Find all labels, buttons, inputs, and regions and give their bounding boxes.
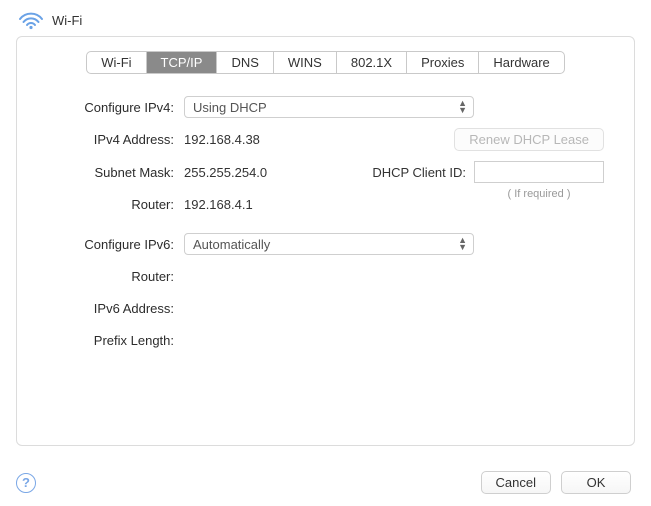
input-dhcp-client-id[interactable] [474, 161, 604, 183]
renew-dhcp-button[interactable]: Renew DHCP Lease [454, 128, 604, 151]
updown-icon: ▲▼ [458, 237, 467, 251]
window-header: Wi-Fi [0, 0, 651, 36]
value-router-ipv4: 192.168.4.1 [184, 197, 253, 212]
label-router-ipv4: Router: [29, 197, 184, 212]
window-title: Wi-Fi [52, 13, 82, 28]
row-configure-ipv4: Configure IPv4: Using DHCP ▲▼ [29, 96, 604, 118]
row-subnet: Subnet Mask: 255.255.254.0 DHCP Client I… [29, 161, 604, 183]
row-ipv6-address: IPv6 Address: [29, 297, 604, 319]
settings-panel: Wi-FiTCP/IPDNSWINS802.1XProxiesHardware … [16, 36, 635, 446]
help-button[interactable]: ? [16, 473, 36, 493]
label-router-ipv6: Router: [29, 269, 184, 284]
wifi-icon [18, 10, 44, 30]
row-router-ipv4: Router: 192.168.4.1 ( If required ) [29, 193, 604, 215]
row-router-ipv6: Router: [29, 265, 604, 287]
select-configure-ipv6[interactable]: Automatically ▲▼ [184, 233, 474, 255]
tab-hardware[interactable]: Hardware [479, 52, 563, 73]
label-dhcp-client-id: DHCP Client ID: [372, 165, 466, 180]
select-configure-ipv4-value: Using DHCP [193, 100, 267, 115]
tab-802-1x[interactable]: 802.1X [337, 52, 407, 73]
row-prefix-length: Prefix Length: [29, 329, 604, 351]
tabbar: Wi-FiTCP/IPDNSWINS802.1XProxiesHardware [86, 51, 565, 74]
label-configure-ipv6: Configure IPv6: [29, 237, 184, 252]
label-prefix-length: Prefix Length: [29, 333, 184, 348]
tabbar-container: Wi-FiTCP/IPDNSWINS802.1XProxiesHardware [17, 51, 634, 74]
cancel-button[interactable]: Cancel [481, 471, 551, 494]
text-if-required: ( If required ) [474, 188, 604, 200]
row-ipv4-address: IPv4 Address: 192.168.4.38 Renew DHCP Le… [29, 128, 604, 151]
tab-dns[interactable]: DNS [217, 52, 273, 73]
value-ipv4-address: 192.168.4.38 [184, 132, 260, 147]
ok-button[interactable]: OK [561, 471, 631, 494]
footer: ? Cancel OK [16, 471, 631, 494]
tab-proxies[interactable]: Proxies [407, 52, 479, 73]
select-configure-ipv4[interactable]: Using DHCP ▲▼ [184, 96, 474, 118]
label-ipv6-address: IPv6 Address: [29, 301, 184, 316]
label-configure-ipv4: Configure IPv4: [29, 100, 184, 115]
tab-wins[interactable]: WINS [274, 52, 337, 73]
row-configure-ipv6: Configure IPv6: Automatically ▲▼ [29, 233, 604, 255]
form-area: Configure IPv4: Using DHCP ▲▼ IPv4 Addre… [17, 96, 634, 351]
tab-tcp-ip[interactable]: TCP/IP [147, 52, 218, 73]
tab-wi-fi[interactable]: Wi-Fi [87, 52, 146, 73]
value-subnet: 255.255.254.0 [184, 165, 267, 180]
updown-icon: ▲▼ [458, 100, 467, 114]
select-configure-ipv6-value: Automatically [193, 237, 270, 252]
label-subnet: Subnet Mask: [29, 165, 184, 180]
label-ipv4-address: IPv4 Address: [29, 132, 184, 147]
